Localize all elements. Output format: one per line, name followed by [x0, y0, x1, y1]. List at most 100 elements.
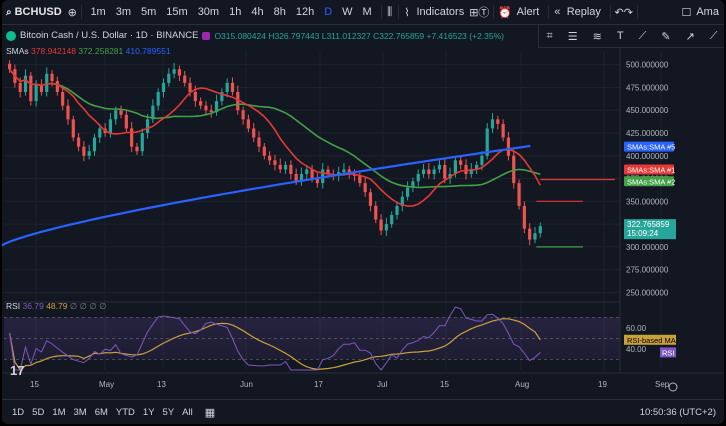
candle-body: [225, 82, 229, 92]
candle-body: [501, 123, 505, 138]
range-1y[interactable]: 1Y: [139, 407, 159, 418]
price-tick-label: 275.000000: [626, 266, 669, 275]
candle-body: [480, 155, 484, 165]
crosshair-icon[interactable]: ⌗: [547, 30, 553, 43]
candle-body: [294, 174, 298, 182]
candle-body: [71, 119, 75, 138]
candle-body: [379, 219, 383, 231]
timeframe-1h[interactable]: 1h: [224, 6, 246, 18]
candle-body: [395, 205, 399, 215]
candle-type-icon[interactable]: ⫼: [385, 4, 394, 20]
layout-toggle-icon[interactable]: ☐: [681, 4, 691, 20]
range-5d[interactable]: 5D: [28, 407, 48, 418]
rsi-legend[interactable]: RSI 36.79 48.79 ∅ ∅ ∅ ∅: [6, 301, 107, 312]
date-range-group: 1D 5D 1M 3M 6M YTD 1Y 5Y All: [2, 407, 197, 418]
measure-icon[interactable]: ⟋: [710, 30, 718, 43]
text-icon[interactable]: T: [617, 30, 624, 42]
sma2-axis-tag: SMAs:SMA #2: [624, 176, 675, 187]
range-1d[interactable]: 1D: [8, 407, 28, 418]
redo-icon[interactable]: ↷: [624, 4, 633, 20]
rsi-tag-text: RSI: [662, 348, 675, 357]
calendar-icon[interactable]: ▦: [205, 406, 215, 419]
timeframe-4h[interactable]: 4h: [246, 6, 268, 18]
timeframe-m[interactable]: M: [358, 6, 377, 18]
rsi-legend-label: RSI: [6, 301, 21, 311]
candle-body: [34, 84, 38, 102]
candle-body: [156, 92, 160, 106]
brush-icon[interactable]: ✎: [661, 30, 670, 43]
candle-body: [464, 164, 468, 174]
sma-legend-label: SMAs: [6, 46, 29, 56]
legend-title: Bitcoin Cash / U.S. Dollar · 1D · BINANC…: [20, 30, 199, 41]
timeframe-d[interactable]: D: [319, 6, 337, 18]
candle-body: [108, 119, 113, 133]
chart-canvas[interactable]: 500.000000 475.000000 450.000000 425.000000…: [2, 25, 724, 397]
price-tick-label: 500.000000: [626, 61, 669, 70]
range-3m[interactable]: 3M: [70, 407, 91, 418]
replay-icon[interactable]: «: [553, 4, 562, 20]
timeframe-3m[interactable]: 3m: [111, 6, 136, 18]
timeframe-12h[interactable]: 12h: [291, 6, 319, 18]
timeframe-group: 1m 3m 5m 15m 30m 1h 4h 8h 12h D W M: [85, 6, 376, 18]
account-label[interactable]: Ama: [691, 6, 724, 18]
candle-body: [29, 75, 33, 102]
rsi-pane: [4, 306, 620, 371]
timeframe-w[interactable]: W: [337, 6, 357, 18]
alert-button[interactable]: Alert: [512, 6, 545, 18]
candle-body: [209, 110, 213, 113]
alarm-icon[interactable]: ⏰: [498, 4, 512, 20]
candle-body: [538, 226, 542, 234]
candle-body: [374, 205, 378, 220]
templates-icon[interactable]: Ⓣ: [478, 4, 489, 20]
timeframe-5m[interactable]: 5m: [136, 6, 161, 18]
price-tick-label: 300.000000: [626, 243, 669, 252]
add-symbol-icon[interactable]: ⊕: [68, 4, 77, 20]
sma-legend[interactable]: SMAs 378.942148 372.258281 410.789551: [6, 46, 171, 56]
candle-body: [459, 160, 463, 165]
rsi-tick-label: 60.00: [626, 324, 647, 333]
layout-icon[interactable]: ⊞: [469, 4, 478, 20]
rsi-legend-value: 36.79: [22, 301, 44, 311]
range-6m[interactable]: 6M: [91, 407, 112, 418]
candle-body: [230, 82, 235, 92]
timeframe-1m[interactable]: 1m: [85, 6, 110, 18]
candle-body: [45, 73, 49, 92]
sma5-value: 410.789551: [125, 46, 171, 56]
range-all[interactable]: All: [178, 407, 197, 418]
candle-body: [199, 101, 203, 106]
timeframe-8h[interactable]: 8h: [269, 6, 291, 18]
candle-body: [342, 169, 346, 173]
clock-display[interactable]: 10:50:36 (UTC+2): [640, 407, 716, 418]
timeframe-15m[interactable]: 15m: [161, 6, 192, 18]
range-1m[interactable]: 1M: [48, 407, 69, 418]
candle-body: [421, 169, 426, 174]
countdown-text: 15:09:24: [627, 229, 659, 238]
ray-icon[interactable]: ↗: [686, 30, 695, 43]
candle-body: [61, 92, 65, 106]
fib-icon[interactable]: ☰: [568, 30, 578, 43]
candle-body: [252, 128, 256, 138]
rsi-tick-label: 40.00: [626, 345, 647, 354]
timeframe-30m[interactable]: 30m: [193, 6, 224, 18]
candle-body: [390, 215, 394, 225]
indicators-icon[interactable]: ⌇: [403, 4, 412, 20]
sma1-value: 378.942148: [31, 46, 76, 56]
undo-icon[interactable]: ↶: [614, 4, 623, 20]
symbol-label: BCHUSD: [14, 6, 62, 18]
bottom-toolbar: 1D 5D 1M 3M 6M YTD 1Y 5Y All ▦ 10:50:36 (UTC+2): [2, 399, 724, 424]
pattern-icon[interactable]: ≋: [593, 30, 602, 43]
sma5-axis-tag-text: SMAs:SMA #5: [627, 143, 675, 152]
candle-body: [188, 82, 192, 92]
indicators-button[interactable]: Indicators: [412, 6, 470, 18]
time-tick-label: Jul: [377, 380, 387, 389]
candle-body: [183, 75, 187, 83]
candle-body: [496, 119, 500, 124]
symbol-selector[interactable]: ⌕ BCHUSD: [2, 6, 68, 18]
trendline-icon[interactable]: ⟋: [639, 30, 647, 43]
range-5y[interactable]: 5Y: [159, 407, 179, 418]
price-pane: [2, 60, 615, 248]
candle-body: [66, 105, 70, 120]
replay-button[interactable]: Replay: [562, 6, 606, 18]
candle-body: [50, 73, 54, 82]
range-ytd[interactable]: YTD: [112, 407, 139, 418]
